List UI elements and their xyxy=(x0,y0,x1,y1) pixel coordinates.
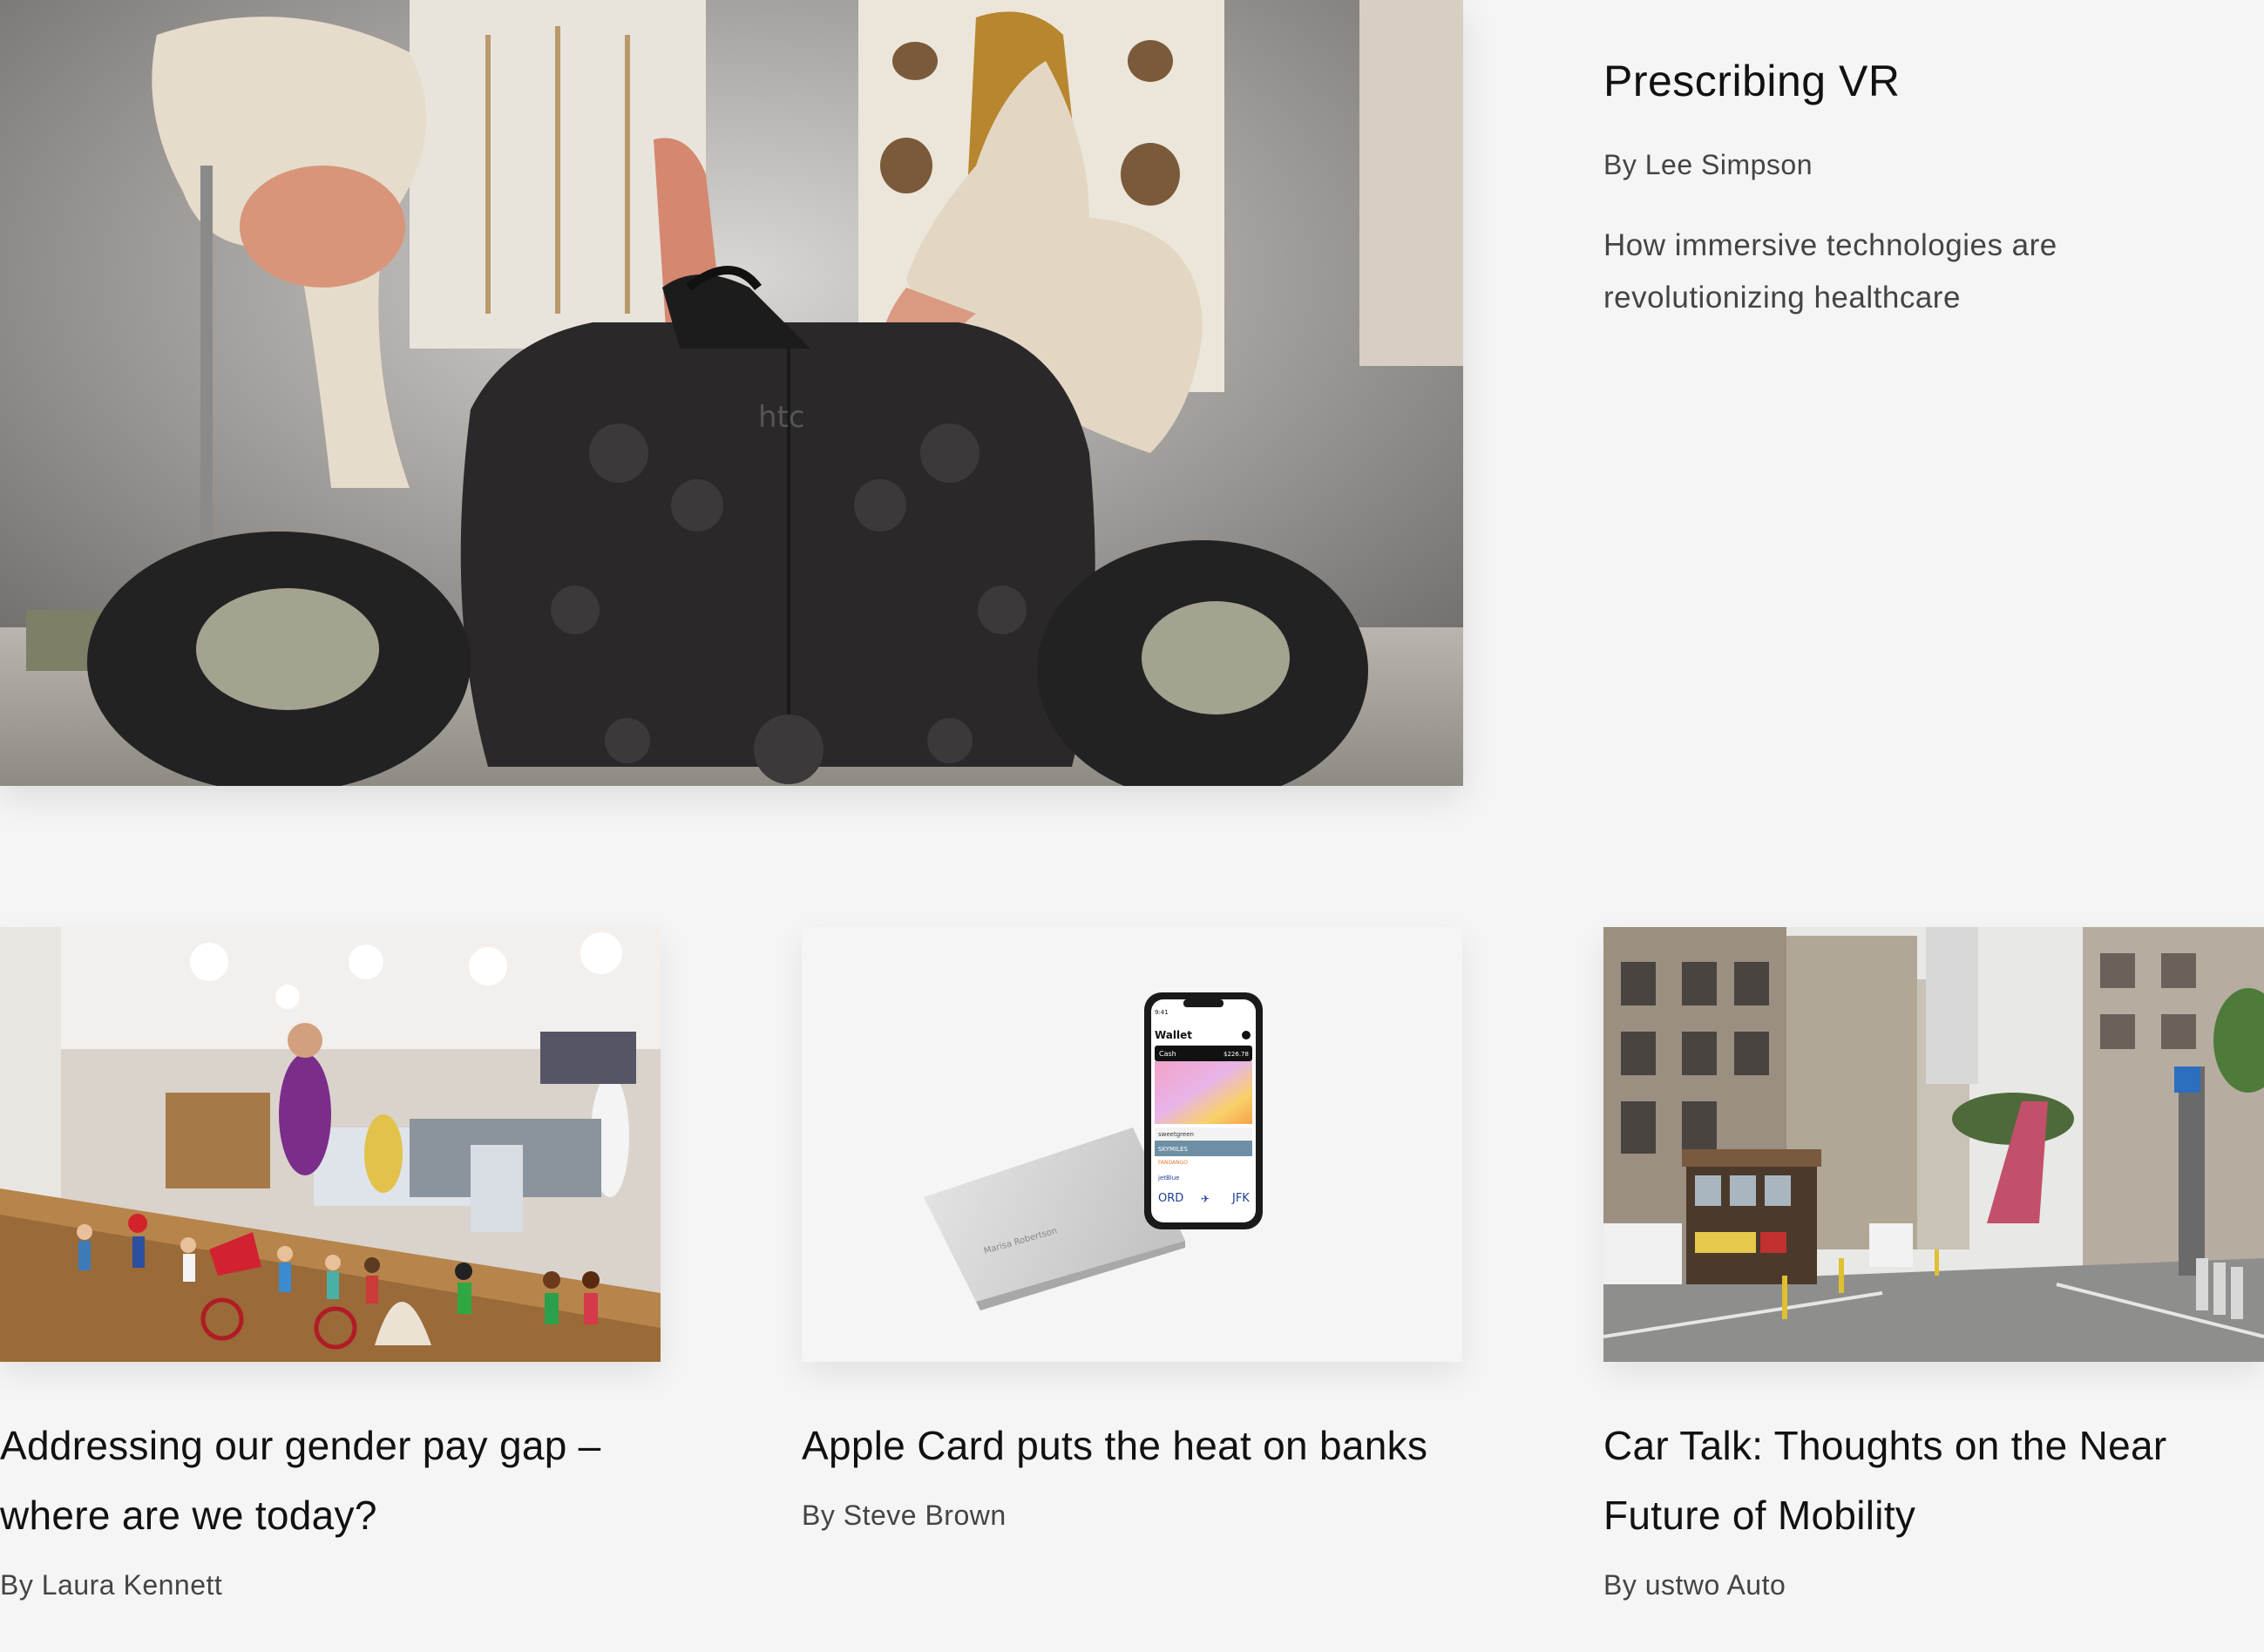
cable-car-street-photo xyxy=(1603,927,2264,1362)
apple-card-photo: Marisa Robertson 9:41 Wallet Cash $226.7… xyxy=(802,927,1462,1362)
svg-text:$226.78: $226.78 xyxy=(1224,1051,1249,1058)
article-card-author: By Steve Brown xyxy=(802,1500,1007,1531)
svg-text:✈: ✈ xyxy=(1201,1193,1210,1205)
svg-text:Wallet: Wallet xyxy=(1155,1029,1192,1041)
article-card-apple-card[interactable]: Marisa Robertson 9:41 Wallet Cash $226.7… xyxy=(802,927,1462,1532)
svg-text:9:41: 9:41 xyxy=(1155,1009,1169,1016)
article-card-image[interactable] xyxy=(1603,927,2264,1362)
article-card-title[interactable]: Apple Card puts the heat on banks xyxy=(802,1411,1462,1480)
svg-text:JFK: JFK xyxy=(1231,1192,1250,1205)
svg-text:htc: htc xyxy=(758,400,805,435)
svg-text:SKYMILES: SKYMILES xyxy=(1158,1146,1188,1153)
svg-text:jetBlue: jetBlue xyxy=(1157,1175,1180,1181)
article-card-gender-pay-gap[interactable]: Addressing our gender pay gap – where ar… xyxy=(0,927,661,1601)
featured-article-text: Prescribing VR By Lee Simpson How immers… xyxy=(1603,54,2179,324)
featured-article-author: By Lee Simpson xyxy=(1603,148,1813,180)
article-card-title[interactable]: Car Talk: Thoughts on the Near Future of… xyxy=(1603,1411,2264,1550)
featured-article-description: How immersive technologies are revolutio… xyxy=(1603,227,2057,315)
featured-article-image[interactable]: htc xyxy=(0,0,1463,786)
svg-text:Cash: Cash xyxy=(1159,1050,1176,1058)
article-card-title[interactable]: Addressing our gender pay gap – where ar… xyxy=(0,1411,661,1550)
article-card-author: By ustwo Auto xyxy=(1603,1569,1786,1601)
article-card-image[interactable]: Marisa Robertson 9:41 Wallet Cash $226.7… xyxy=(802,927,1462,1362)
svg-text:ORD: ORD xyxy=(1158,1192,1183,1205)
article-card-author: By Laura Kennett xyxy=(0,1569,223,1601)
svg-text:FANDANGO: FANDANGO xyxy=(1158,1160,1188,1166)
featured-article-title[interactable]: Prescribing VR xyxy=(1603,54,2179,109)
article-card-image[interactable] xyxy=(0,927,661,1362)
svg-text:sweetgreen: sweetgreen xyxy=(1158,1131,1194,1138)
office-toys-photo xyxy=(0,927,661,1362)
vr-headset-photo: htc xyxy=(0,0,1463,786)
article-card-car-talk[interactable]: Car Talk: Thoughts on the Near Future of… xyxy=(1603,927,2264,1601)
